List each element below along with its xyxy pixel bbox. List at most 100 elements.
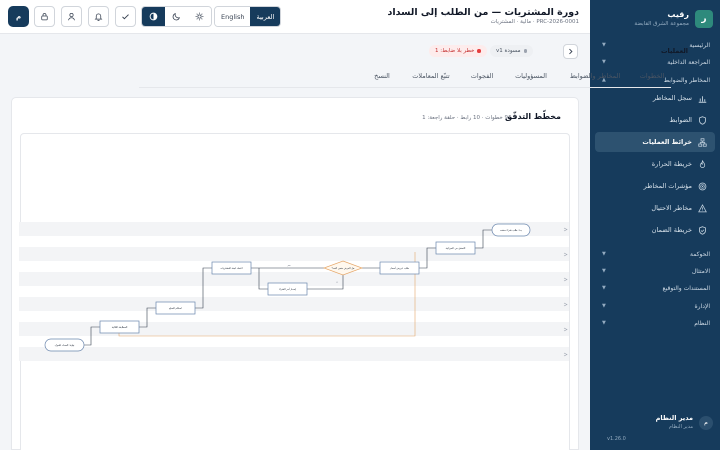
nav-group-admin[interactable]: الإدارة ▼ <box>590 300 720 312</box>
flowchart-canvas[interactable]: بدء: طلب شراء معتمد التحقق من الميزانية … <box>19 133 570 450</box>
tab-steps[interactable]: الخطوات <box>633 64 671 88</box>
nav-group-label: الإدارة <box>694 302 710 310</box>
tab-responsibilities[interactable]: المسؤوليات <box>505 64 557 88</box>
swimlane <box>19 247 569 261</box>
user-name: مدير النظام <box>655 414 693 422</box>
sidebar-item-heat-map[interactable]: خريطة الحرارة <box>595 154 715 174</box>
breadcrumb[interactable]: العمليات <box>661 47 688 55</box>
flowchart-svg: بدء: طلب شراء معتمد التحقق من الميزانية … <box>19 222 569 361</box>
nav-group-system[interactable]: النظام ▼ <box>590 317 720 329</box>
swimlane <box>19 222 569 236</box>
tasks-button[interactable] <box>115 6 136 27</box>
swimlane <box>19 236 569 247</box>
tab-versions[interactable]: النسخ <box>365 64 399 88</box>
back-button[interactable] <box>563 44 578 59</box>
brand: ر رقيب مجموعة الشرق القابضة <box>634 9 713 28</box>
flow-node-label: اعتماد لجنة المشتريات <box>220 267 243 270</box>
app-version: v1.26.0 <box>607 436 626 442</box>
bar-chart-icon <box>698 95 707 103</box>
chevron-down-icon: ▼ <box>602 303 606 309</box>
nav-group-compliance[interactable]: الامتثال ▼ <box>590 265 720 277</box>
shield-check-icon <box>699 225 706 235</box>
chevron-down-icon: ▼ <box>602 42 606 48</box>
sun-icon <box>195 12 204 21</box>
page-title: دورة المشتريات — من الطلب إلى السداد <box>387 7 579 18</box>
user-role: مدير النظام <box>668 424 693 430</box>
tab-bar: المخطط الخطوات المخاطر والضوابط المسؤولي… <box>139 64 709 88</box>
top-header: دورة المشتريات — من الطلب إلى السداد PRC… <box>0 0 590 34</box>
chevron-down-icon: ▼ <box>602 320 606 326</box>
flow-node-label: استلام السلع <box>169 307 182 310</box>
sidebar-item-risk-register[interactable]: سجل المخاطر <box>595 88 715 108</box>
tab-transaction-tracing[interactable]: تتبّع المعاملات <box>403 64 459 88</box>
page-subtitle: PRC-2026-0001 · مالية · المشتريات <box>490 19 579 25</box>
sidebar-item-controls[interactable]: الضوابط <box>595 110 715 130</box>
process-map-icon <box>698 137 707 147</box>
brand-name: رقيب <box>667 10 689 19</box>
user-profile[interactable]: م مدير النظام مدير النظام <box>656 414 713 431</box>
tab-risks-controls[interactable]: المخاطر والضوابط <box>561 64 629 88</box>
shield-icon <box>699 115 706 125</box>
nav-group-label: النظام <box>694 319 710 327</box>
contrast-icon <box>149 12 158 21</box>
nav-group-label: الحوكمة <box>689 250 710 258</box>
chevron-down-icon: ▼ <box>602 268 606 274</box>
nav-group-governance[interactable]: الحوكمة ▼ <box>590 248 720 260</box>
tab-diagram[interactable]: المخطط <box>671 64 709 88</box>
theme-switch <box>141 6 212 27</box>
sidebar-item-label: خريطة الحرارة <box>651 160 692 168</box>
notifications-button[interactable] <box>88 6 109 27</box>
chevron-down-icon: ▼ <box>602 251 606 257</box>
nav-group-label: المستندات والتوقيع <box>662 284 710 292</box>
flow-edge-label: نعم <box>287 264 291 267</box>
check-icon <box>122 14 129 20</box>
brand-subtitle: مجموعة الشرق القابضة <box>634 21 689 27</box>
nav-group-documents[interactable]: المستندات والتوقيع ▼ <box>590 282 720 294</box>
nav-group-label: الرئيسية <box>689 41 710 49</box>
avatar[interactable]: م <box>8 6 29 27</box>
swimlane <box>19 347 569 361</box>
swimlane <box>19 297 569 311</box>
flowchart-card: مخطّط التدفّق 9 خطوات · 10 رابط · حلقة ر… <box>11 97 579 450</box>
theme-dark-button[interactable] <box>165 7 188 26</box>
sidebar-item-label: سجل المخاطر <box>652 94 692 102</box>
flow-node-label: طلب عروض أسعار <box>389 266 409 270</box>
sidebar-item-assurance-map[interactable]: خريطة الضمان <box>595 220 715 240</box>
card-meta: 9 خطوات · 10 رابط · حلقة راجعة: 1 <box>422 115 508 121</box>
swimlane <box>19 311 569 322</box>
uncontrolled-risk-badge: خطر بلا ضابط: 1 <box>429 45 487 57</box>
gauge-icon <box>698 182 707 190</box>
card-title: مخطّط التدفّق <box>505 112 561 121</box>
avatar: م <box>699 415 713 430</box>
sidebar-item-label: مؤشرات المخاطر <box>643 182 692 190</box>
brand-logo: ر <box>695 9 713 28</box>
risk-badge-text: خطر بلا ضابط: 1 <box>435 48 475 54</box>
chevron-down-icon: ▼ <box>602 285 606 291</box>
sidebar-item-label: خريطة الضمان <box>651 226 692 234</box>
flow-node-label: إصدار أمر الشراء <box>279 287 297 291</box>
status-dot <box>523 49 528 53</box>
sidebar-item-process-maps[interactable]: خرائط العمليات <box>595 132 715 152</box>
swimlane <box>19 336 569 347</box>
bell-icon <box>94 13 103 21</box>
flow-node-label: بدء: طلب شراء معتمد <box>500 229 522 232</box>
nav-group-home[interactable]: الرئيسية ▼ <box>590 39 720 51</box>
lang-english-button[interactable]: English <box>215 7 251 26</box>
theme-contrast-button[interactable] <box>142 7 165 26</box>
lock-icon <box>41 13 48 21</box>
language-switch: العربية English <box>214 6 282 27</box>
sidebar-item-risk-indicators[interactable]: مؤشرات المخاطر <box>595 176 715 196</box>
flow-node-label: المطابقة الثلاثية <box>112 326 128 329</box>
sidebar-item-fraud-risks[interactable]: مخاطر الاحتيال <box>595 198 715 218</box>
alert-icon <box>698 203 707 212</box>
status-badge-text: مسودة v1 <box>496 48 521 54</box>
lang-arabic-button[interactable]: العربية <box>250 7 281 26</box>
flame-icon <box>699 159 706 168</box>
profile-button[interactable] <box>61 6 82 27</box>
status-badge: مسودة v1 <box>490 45 534 57</box>
moon-icon <box>172 13 180 21</box>
lock-button[interactable] <box>34 6 55 27</box>
theme-light-button[interactable] <box>188 7 211 26</box>
user-icon <box>68 12 75 21</box>
tab-gaps[interactable]: الفجوات <box>463 64 501 88</box>
